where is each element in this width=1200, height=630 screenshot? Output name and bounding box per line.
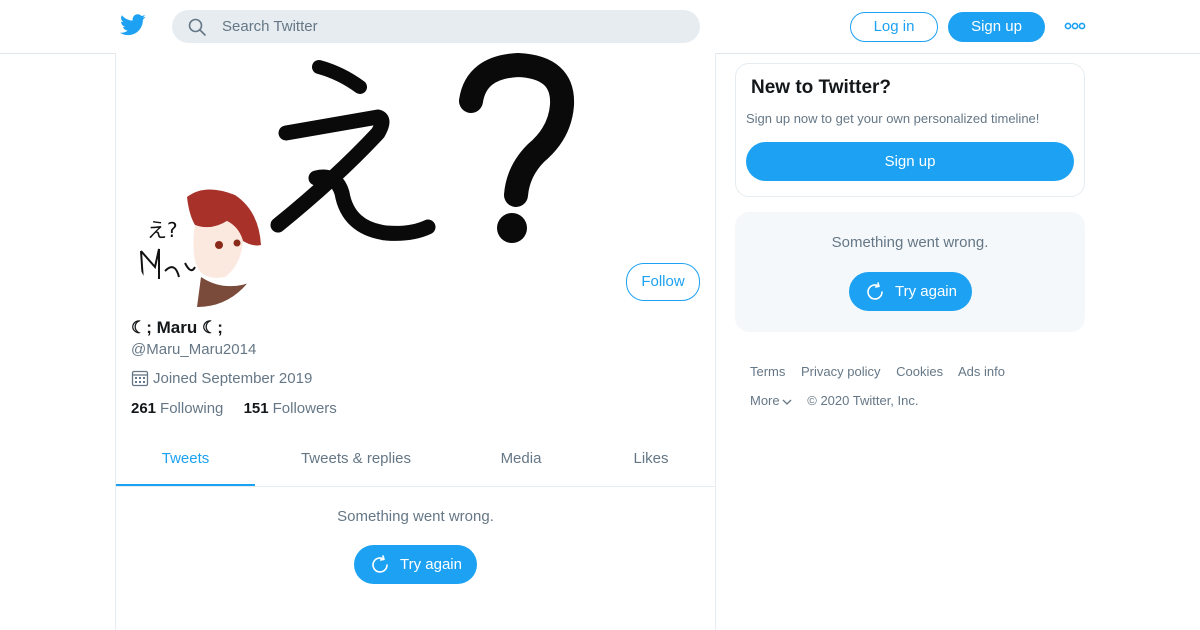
more-options-icon[interactable]: [1064, 20, 1086, 32]
joined-text: Joined September 2019: [153, 370, 313, 387]
twitter-logo-icon[interactable]: [120, 13, 146, 37]
new-to-twitter-card: New to Twitter? Sign up now to get your …: [735, 63, 1085, 197]
profile-column: え? Follow ☾; Maru ☾; @Maru_Maru2014 Join…: [115, 52, 716, 630]
search-icon: [188, 18, 206, 36]
timeline-error-message: Something went wrong.: [337, 508, 494, 525]
calendar-icon: [131, 370, 149, 387]
sidebar-error-message: Something went wrong.: [831, 234, 989, 251]
sidebar-signup-button[interactable]: Sign up: [746, 142, 1074, 181]
avatar-image: え?: [135, 181, 261, 307]
sidebar-error-card: Something went wrong. Try again: [735, 212, 1085, 332]
follow-button[interactable]: Follow: [626, 263, 700, 301]
search-input[interactable]: [222, 10, 682, 43]
chevron-down-icon: [782, 399, 792, 405]
footer-more-label: More: [750, 393, 780, 408]
top-navigation-bar: Log in Sign up: [0, 0, 1200, 54]
try-again-button[interactable]: Try again: [354, 545, 477, 584]
footer-link-terms[interactable]: Terms: [750, 364, 785, 379]
search-bar[interactable]: [172, 10, 700, 43]
following-link[interactable]: 261 Following: [131, 400, 223, 417]
new-to-twitter-subtitle: Sign up now to get your own personalized…: [746, 111, 1040, 126]
svg-text:え?: え?: [147, 218, 178, 242]
login-button[interactable]: Log in: [850, 12, 938, 42]
profile-stats: 261 Following 151 Followers: [131, 400, 337, 417]
tab-media[interactable]: Media: [476, 436, 566, 484]
tab-likes[interactable]: Likes: [616, 436, 686, 484]
signup-button[interactable]: Sign up: [948, 12, 1045, 42]
new-to-twitter-title: New to Twitter?: [751, 77, 892, 98]
followers-link[interactable]: 151 Followers: [244, 400, 337, 417]
footer-link-privacy[interactable]: Privacy policy: [801, 364, 880, 379]
footer-copyright: © 2020 Twitter, Inc.: [807, 393, 919, 408]
tab-tweets-replies[interactable]: Tweets & replies: [276, 436, 436, 484]
footer-link-ads-info[interactable]: Ads info: [958, 364, 1005, 379]
refresh-icon: [867, 282, 883, 300]
sidebar-try-again-button[interactable]: Try again: [849, 272, 972, 311]
try-again-label: Try again: [400, 556, 462, 573]
profile-avatar[interactable]: え?: [131, 177, 265, 311]
joined-date: Joined September 2019: [131, 369, 312, 387]
profile-tabs: Tweets Tweets & replies Media Likes: [116, 436, 715, 487]
tab-tweets[interactable]: Tweets: [116, 436, 255, 486]
footer-more-menu[interactable]: More: [750, 393, 792, 408]
try-again-label: Try again: [895, 283, 957, 300]
profile-handle: @Maru_Maru2014: [131, 341, 257, 358]
profile-display-name: ☾; Maru ☾;: [131, 318, 223, 337]
footer-link-cookies[interactable]: Cookies: [896, 364, 943, 379]
refresh-icon: [372, 555, 388, 573]
